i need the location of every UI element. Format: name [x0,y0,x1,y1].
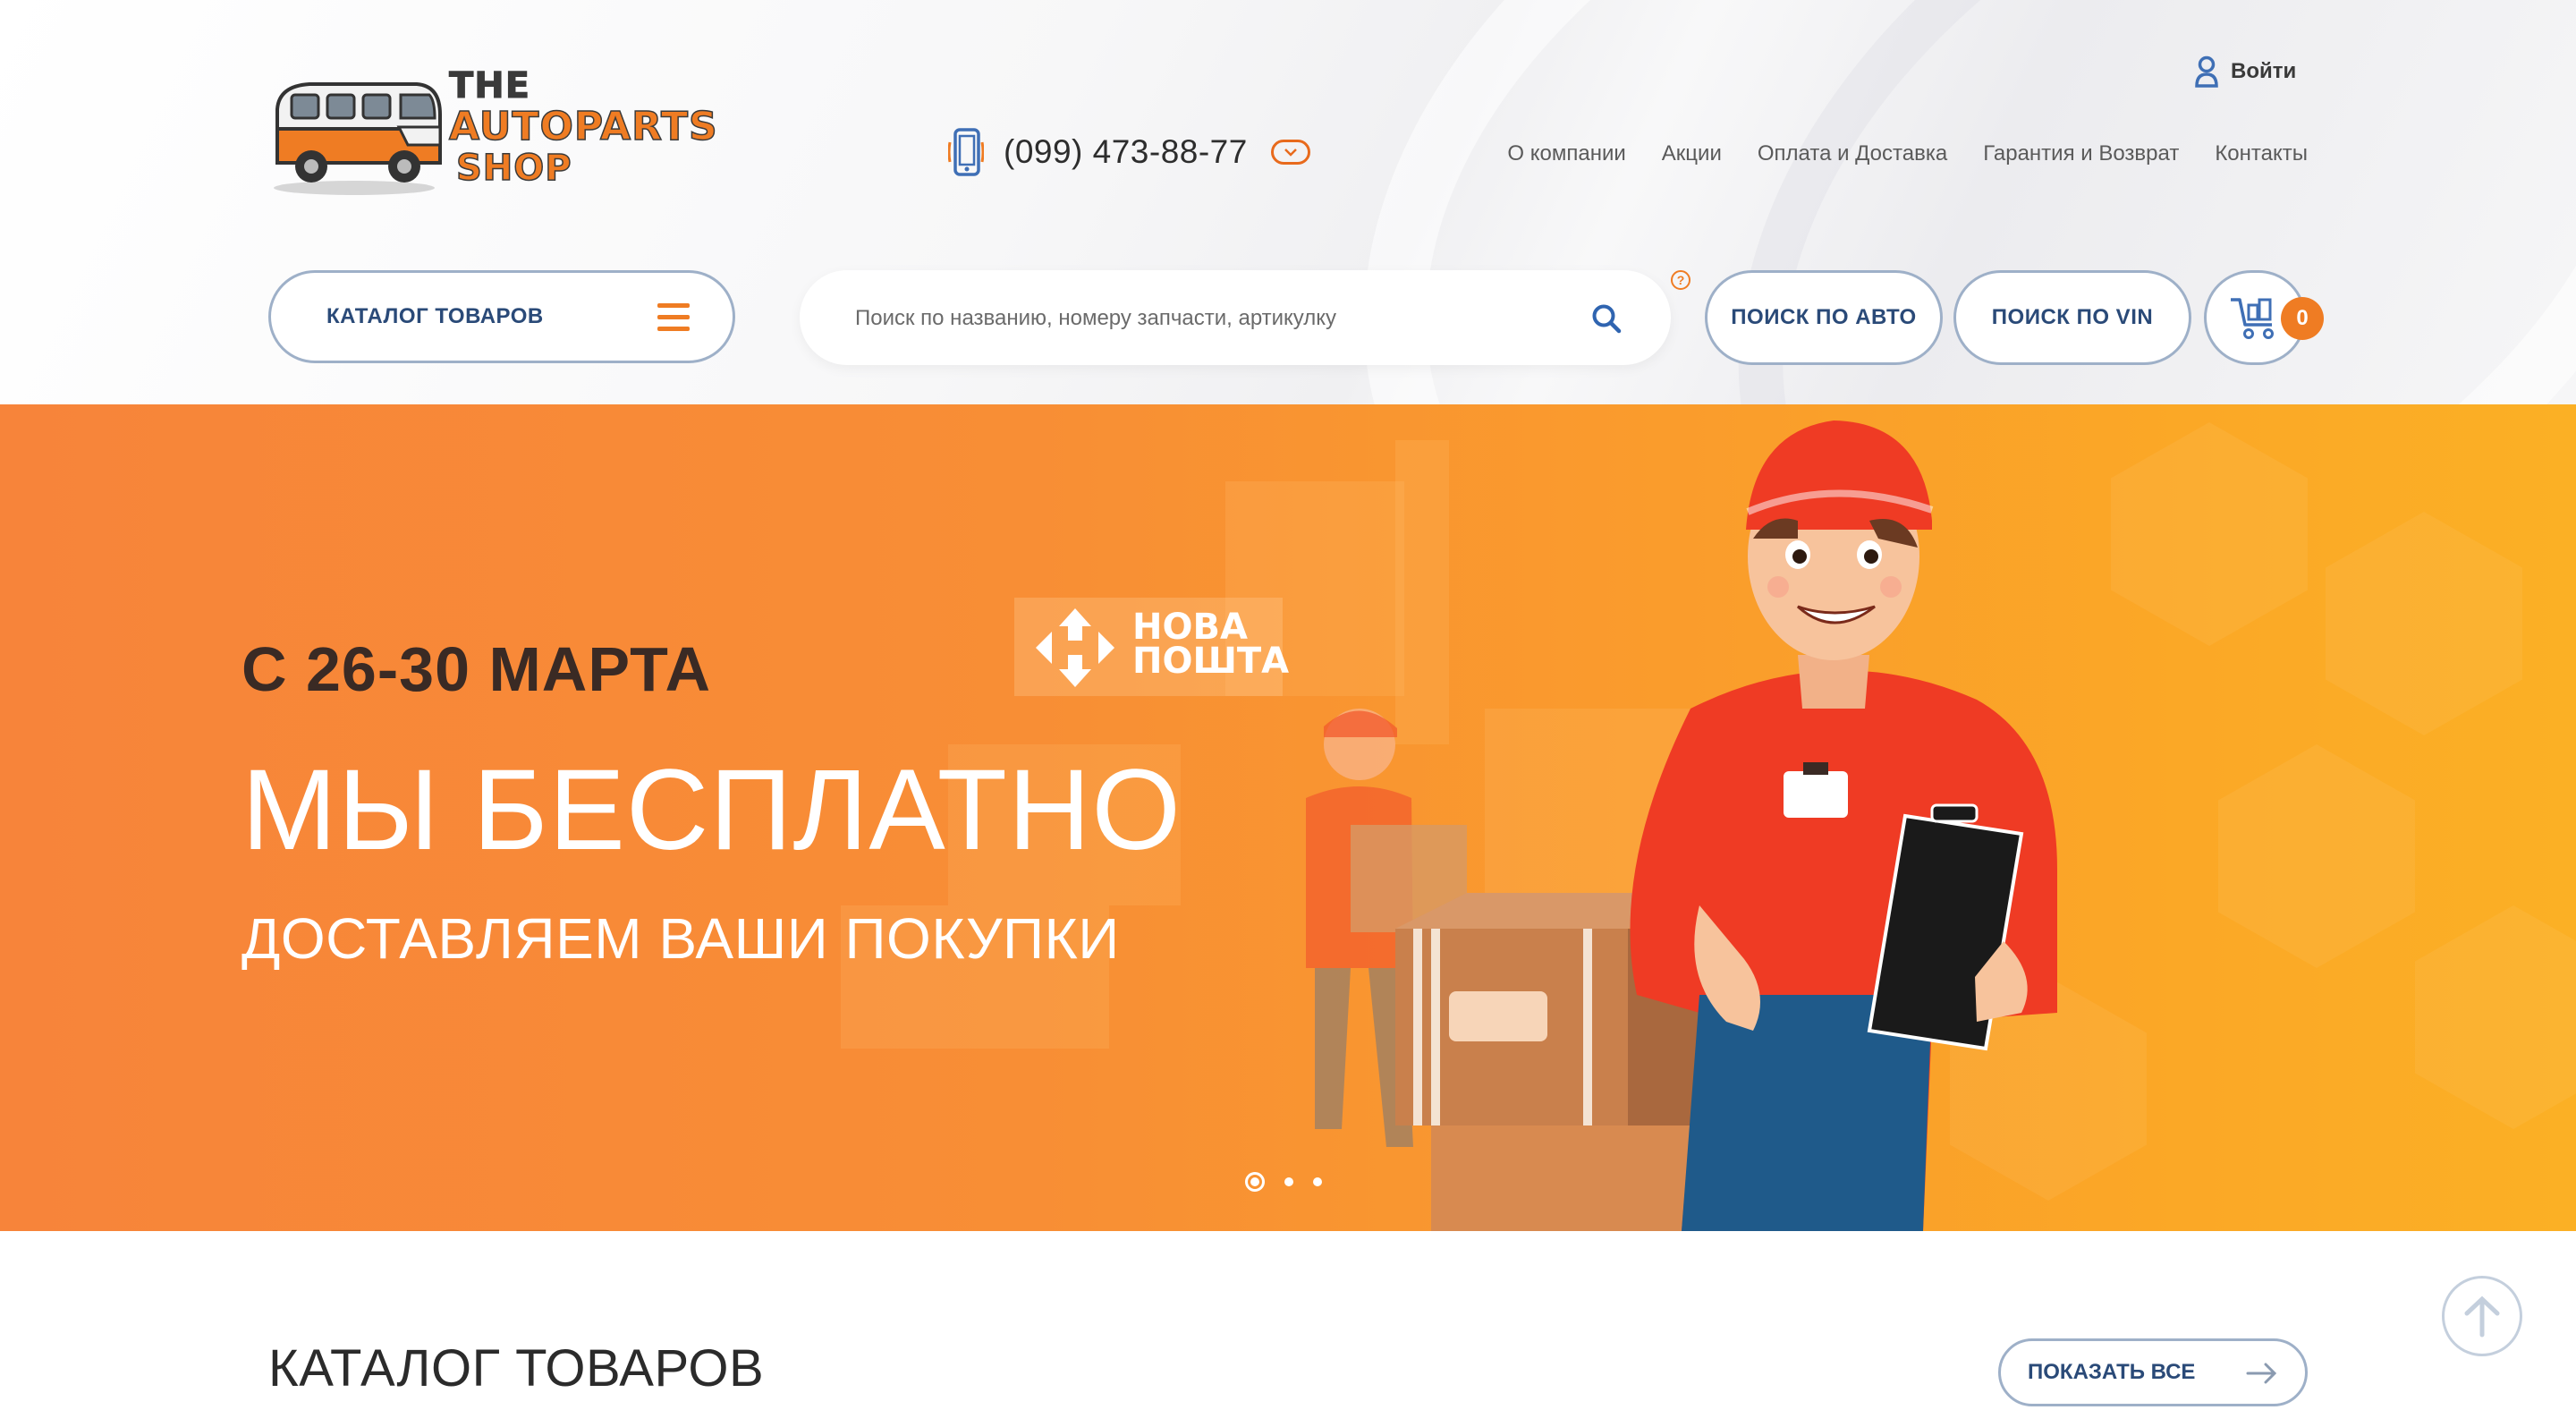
search-input[interactable] [853,270,1572,367]
search-icon[interactable] [1590,302,1623,335]
help-icon[interactable]: ? [1671,270,1690,290]
logo-text: THE AUTOPARTS SHOP [448,65,718,189]
logo-line-1: THE [449,65,531,106]
nova-poshta-text: НОВА ПОШТА [1132,607,1290,682]
logo-line-3: SHOP [455,148,572,189]
nova-poshta-line-2: ПОШТА [1132,641,1290,682]
hero-decoration [2111,422,2308,646]
arrow-right-icon [2246,1363,2277,1384]
phone-dropdown-toggle[interactable] [1270,140,1310,165]
courier-illustration [1630,420,2057,1231]
search-by-auto-button[interactable]: ПОИСК ПО АВТО [1705,270,1943,365]
hero-decoration [2415,905,2576,1129]
show-all-label: ПОКАЗАТЬ ВСЕ [2028,1360,2196,1384]
arrow-up-icon [2464,1295,2500,1338]
phone-block: (099) 473-88-77 [948,127,1310,177]
search-bar [800,270,1671,367]
user-icon [2195,55,2218,88]
nova-poshta-icon [1036,608,1114,687]
login-link[interactable]: Войти [2195,55,2296,88]
catalog-section-title: КАТАЛОГ ТОВАРОВ [268,1339,765,1397]
hero-subtitle: ДОСТАВЛЯЕМ ВАШИ ПОКУПКИ [242,906,1120,971]
site-logo[interactable]: THE AUTOPARTS SHOP [265,64,721,199]
top-navigation: О компании Акции Оплата и Доставка Гаран… [1507,141,2308,166]
phone-number[interactable]: (099) 473-88-77 [1004,133,1248,171]
nav-warranty-returns[interactable]: Гарантия и Возврат [1983,141,2179,166]
hero-date: С 26-30 МАРТА [242,634,712,704]
catalog-button[interactable]: КАТАЛОГ ТОВАРОВ [268,270,735,363]
show-all-button[interactable]: ПОКАЗАТЬ ВСЕ [1998,1338,2308,1406]
logo-line-2: AUTOPARTS [448,104,718,149]
hero-banner[interactable]: НОВА ПОШТА С 26-30 МАРТА МЫ БЕСПЛАТНО ДО… [0,404,2576,1231]
chevron-down-icon [1284,149,1297,157]
hero-title: МЫ БЕСПЛАТНО [242,746,1182,874]
hero-decoration [2218,744,2415,968]
nav-about[interactable]: О компании [1507,141,1625,166]
nav-contacts[interactable]: Контакты [2215,141,2308,166]
slider-dot-2[interactable] [1284,1177,1293,1186]
nav-promotions[interactable]: Акции [1662,141,1722,166]
search-by-vin-button[interactable]: ПОИСК ПО VIN [1953,270,2191,365]
cart-count-badge: 0 [2281,297,2324,340]
login-label: Войти [2231,59,2297,83]
van-icon [274,82,442,195]
catalog-button-label: КАТАЛОГ ТОВАРОВ [326,304,544,328]
phone-icon [948,128,984,176]
slider-dot-3[interactable] [1313,1177,1322,1186]
site-header: THE AUTOPARTS SHOP (099) 473-88-77 Войти… [0,0,2576,404]
hero-decoration [2326,512,2522,735]
slider-dot-1[interactable] [1245,1172,1265,1192]
menu-icon [657,303,690,336]
nova-poshta-line-1: НОВА [1132,607,1248,648]
cart-icon [2231,298,2274,339]
nav-payment-delivery[interactable]: Оплата и Доставка [1758,141,1947,166]
scroll-to-top-button[interactable] [2442,1276,2522,1356]
slider-pagination [1245,1172,1322,1192]
